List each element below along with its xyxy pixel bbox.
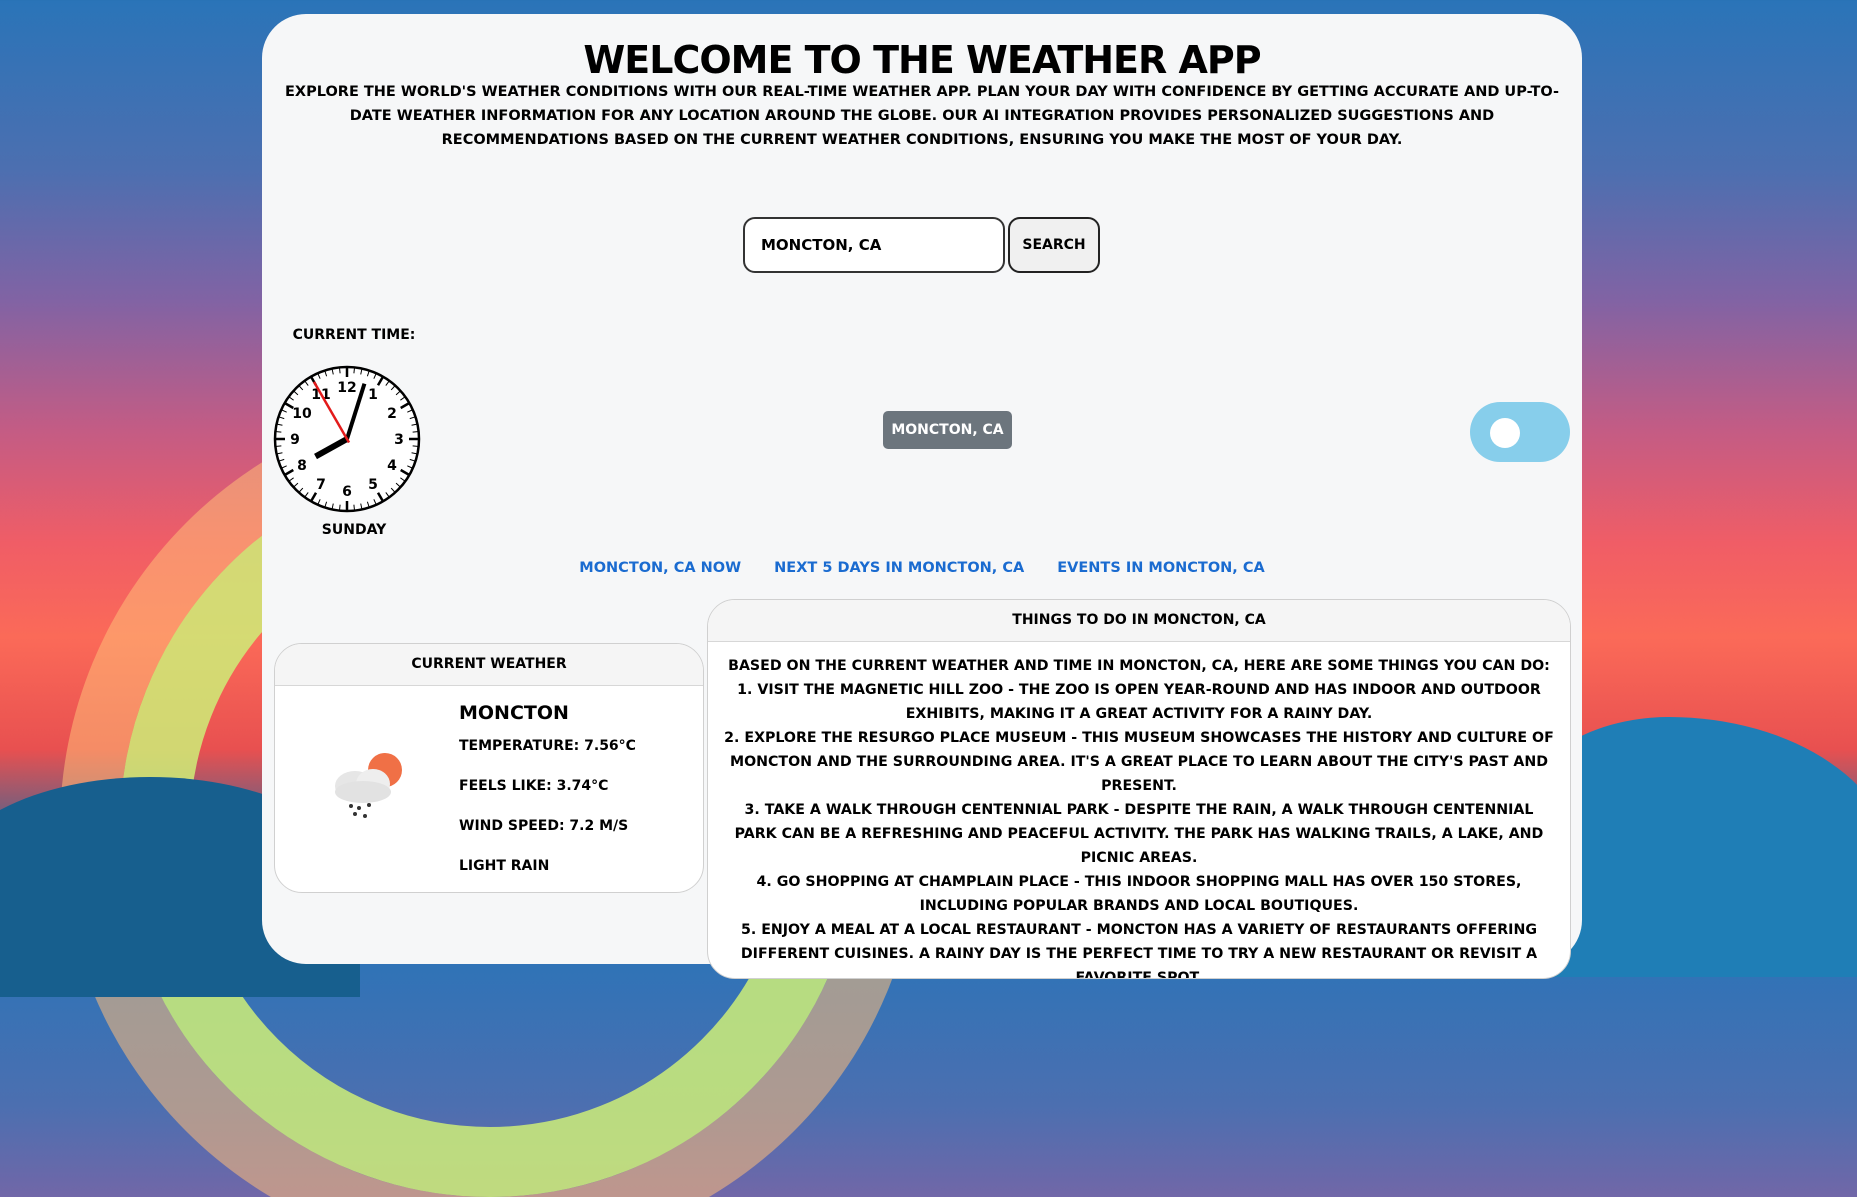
things-to-do-intro: BASED ON THE CURRENT WEATHER AND TIME IN… bbox=[728, 658, 1550, 674]
page-title: WELCOME TO THE WEATHER APP bbox=[583, 38, 1261, 82]
clock-number: 5 bbox=[368, 477, 378, 493]
things-to-do-item: 3. TAKE A WALK THROUGH CENTENNIAL PARK -… bbox=[734, 802, 1544, 866]
weather-tabs: MONCTON, CA NOW NEXT 5 DAYS IN MONCTON, … bbox=[262, 560, 1582, 576]
analog-clock: 121234567891011 bbox=[273, 365, 421, 513]
tab-events[interactable]: EVENTS IN MONCTON, CA bbox=[1057, 560, 1264, 576]
search-button[interactable]: SEARCH bbox=[1008, 217, 1100, 273]
clock-tick bbox=[276, 445, 282, 447]
tab-now[interactable]: MONCTON, CA NOW bbox=[579, 560, 741, 576]
light-rain-cloud-sun-icon bbox=[335, 753, 402, 818]
things-to-do-header: THINGS TO DO IN MONCTON, CA bbox=[708, 600, 1570, 642]
clock-number: 1 bbox=[368, 387, 378, 403]
clock-number: 6 bbox=[342, 484, 352, 500]
clock-day-label: SUNDAY bbox=[321, 522, 387, 538]
things-to-do-item: 1. VISIT THE MAGNETIC HILL ZOO - THE ZOO… bbox=[737, 682, 1541, 722]
clock-tick bbox=[412, 445, 418, 447]
main-card: WELCOME TO THE WEATHER APP EXPLORE THE W… bbox=[262, 14, 1582, 979]
weather-description: LIGHT RAIN bbox=[459, 858, 550, 874]
theme-toggle[interactable] bbox=[1470, 402, 1570, 462]
city-name: MONCTON bbox=[459, 702, 569, 724]
current-weather-header: CURRENT WEATHER bbox=[275, 644, 703, 686]
clock-number: 12 bbox=[337, 380, 356, 396]
clock-tick bbox=[353, 368, 355, 374]
location-badge: MONCTON, CA bbox=[883, 411, 1012, 449]
clock-number: 4 bbox=[387, 458, 397, 474]
temperature-text: TEMPERATURE: 7.56°C bbox=[459, 738, 636, 754]
things-to-do-item: 2. EXPLORE THE RESURGO PLACE MUSEUM - TH… bbox=[724, 730, 1554, 794]
clock-tick bbox=[339, 368, 341, 374]
things-to-do-item: 4. GO SHOPPING AT CHAMPLAIN PLACE - THIS… bbox=[756, 874, 1522, 914]
things-to-do-item: 5. ENJOY A MEAL AT A LOCAL RESTAURANT - … bbox=[740, 922, 1538, 979]
clock-tick bbox=[353, 504, 355, 510]
search-input[interactable] bbox=[743, 217, 1005, 273]
things-to-do-body: BASED ON THE CURRENT WEATHER AND TIME IN… bbox=[708, 642, 1570, 979]
clock-number: 7 bbox=[316, 477, 326, 493]
clock-number: 10 bbox=[292, 406, 312, 422]
current-time-label: CURRENT TIME: bbox=[292, 327, 416, 343]
clock-number: 2 bbox=[387, 406, 397, 422]
clock-number: 9 bbox=[290, 432, 300, 448]
feels-like-text: FEELS LIKE: 3.74°C bbox=[459, 778, 609, 794]
things-to-do-card: THINGS TO DO IN MONCTON, CA BASED ON THE… bbox=[707, 599, 1571, 979]
clock-number: 8 bbox=[297, 458, 307, 474]
clock-number: 3 bbox=[394, 432, 404, 448]
clock-tick bbox=[412, 431, 418, 433]
clock-tick bbox=[276, 431, 282, 433]
intro-text: EXPLORE THE WORLD'S WEATHER CONDITIONS W… bbox=[285, 84, 1559, 148]
clock-tick bbox=[339, 504, 341, 510]
tab-next-5-days[interactable]: NEXT 5 DAYS IN MONCTON, CA bbox=[774, 560, 1024, 576]
toggle-knob[interactable] bbox=[1490, 418, 1520, 448]
current-weather-card: CURRENT WEATHER MONCTON TEMPERATURE: 7.5… bbox=[274, 643, 704, 893]
wind-speed-text: WIND SPEED: 7.2 M/S bbox=[459, 818, 629, 834]
